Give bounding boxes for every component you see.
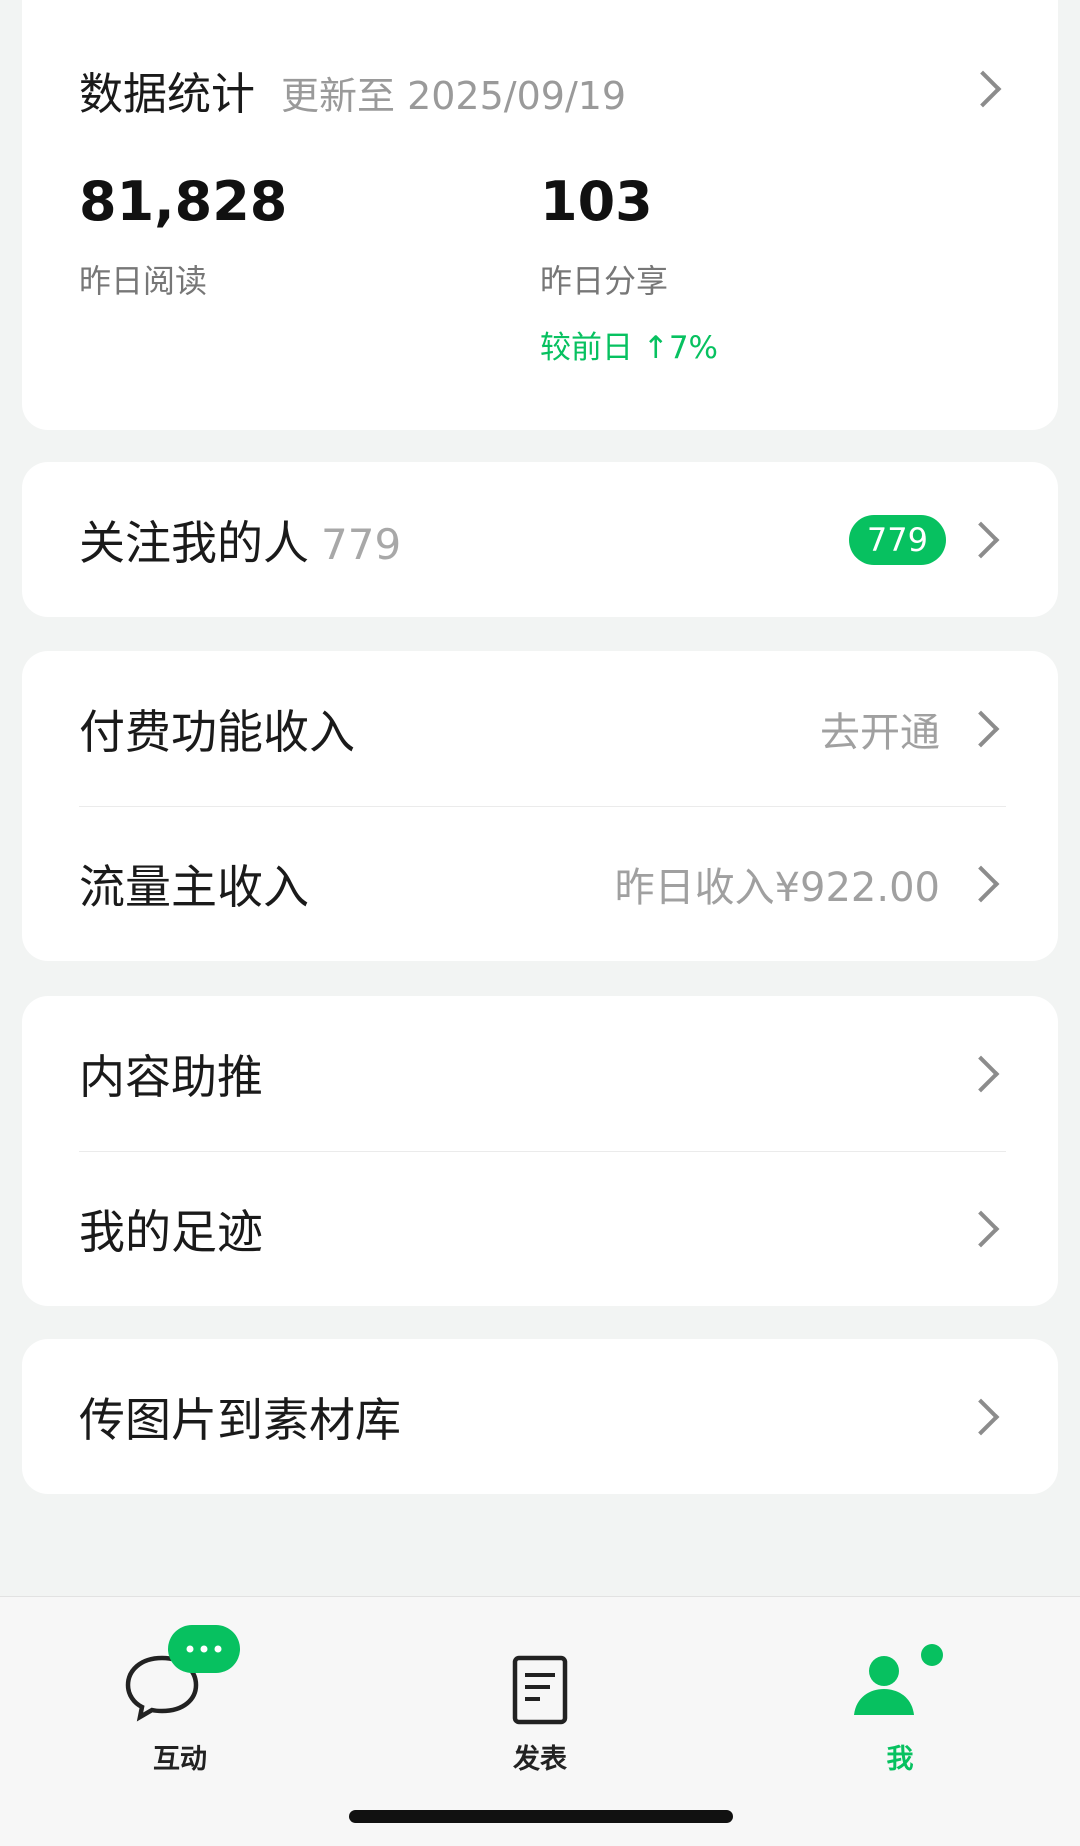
chat-bubble-icon [125,1625,240,1722]
yesterday-reads-label: 昨日阅读 [79,262,208,300]
tab-me[interactable]: 我 [800,1625,1000,1775]
upload-card[interactable]: 传图片到素材库 [22,1339,1058,1494]
home-indicator[interactable] [349,1810,733,1823]
chevron-right-icon [962,1398,1000,1435]
stats-updated-date: 更新至 2025/09/19 [281,74,627,118]
document-icon [512,1655,568,1725]
chevron-right-icon[interactable] [964,70,1002,108]
stats-title: 数据统计 [79,69,255,120]
tab-interact-label: 互动 [153,1744,207,1775]
upload-images-row[interactable]: 传图片到素材库 [22,1339,1058,1494]
tools-card: 内容助推 我的足迹 [22,996,1058,1306]
followers-row[interactable]: 关注我的人 779 779 [22,462,1058,617]
tab-interact[interactable]: 互动 [80,1625,280,1775]
yesterday-shares-value: 103 [540,170,653,233]
chevron-right-icon [962,521,1000,558]
income-card: 付费功能收入 去开通 流量主收入 昨日收入¥922.00 [22,651,1058,961]
tab-publish-label: 发表 [513,1744,567,1775]
paid-feature-income-label: 付费功能收入 [79,704,355,759]
followers-count: 779 [321,519,402,569]
content-promote-label: 内容助推 [79,1049,263,1104]
new-followers-badge: 779 [848,514,946,565]
yesterday-shares-label: 昨日分享 [540,262,669,300]
tab-me-label: 我 [886,1744,914,1775]
content-promote-row[interactable]: 内容助推 [22,996,1058,1151]
chevron-right-icon [962,865,1000,902]
followers-label: 关注我的人 779 [79,507,401,573]
my-footprint-label: 我的足迹 [79,1204,263,1259]
followers-title: 关注我的人 [79,515,309,570]
ad-income-row[interactable]: 流量主收入 昨日收入¥922.00 [22,806,1058,961]
shares-change-indicator: 较前日 ↑7% [540,330,719,366]
paid-feature-income-row[interactable]: 付费功能收入 去开通 [22,651,1058,806]
yesterday-reads-value: 81,828 [79,170,288,233]
person-icon [854,1644,943,1715]
stats-header: 数据统计 更新至 2025/09/19 [79,58,626,122]
yesterday-income-value: 昨日收入¥922.00 [614,864,940,911]
chevron-right-icon [962,1055,1000,1092]
ad-income-label: 流量主收入 [79,859,309,914]
upload-images-label: 传图片到素材库 [79,1392,401,1447]
bottom-tab-bar: 互动 发表 我 [0,1596,1080,1846]
chevron-right-icon [962,1210,1000,1247]
stats-card[interactable]: 数据统计 更新至 2025/09/19 81,828 昨日阅读 103 昨日分享… [22,0,1058,430]
chevron-right-icon [962,710,1000,747]
my-footprint-row[interactable]: 我的足迹 [22,1151,1058,1306]
followers-card[interactable]: 关注我的人 779 779 [22,462,1058,617]
activate-link[interactable]: 去开通 [820,700,940,758]
tab-publish[interactable]: 发表 [440,1625,640,1775]
